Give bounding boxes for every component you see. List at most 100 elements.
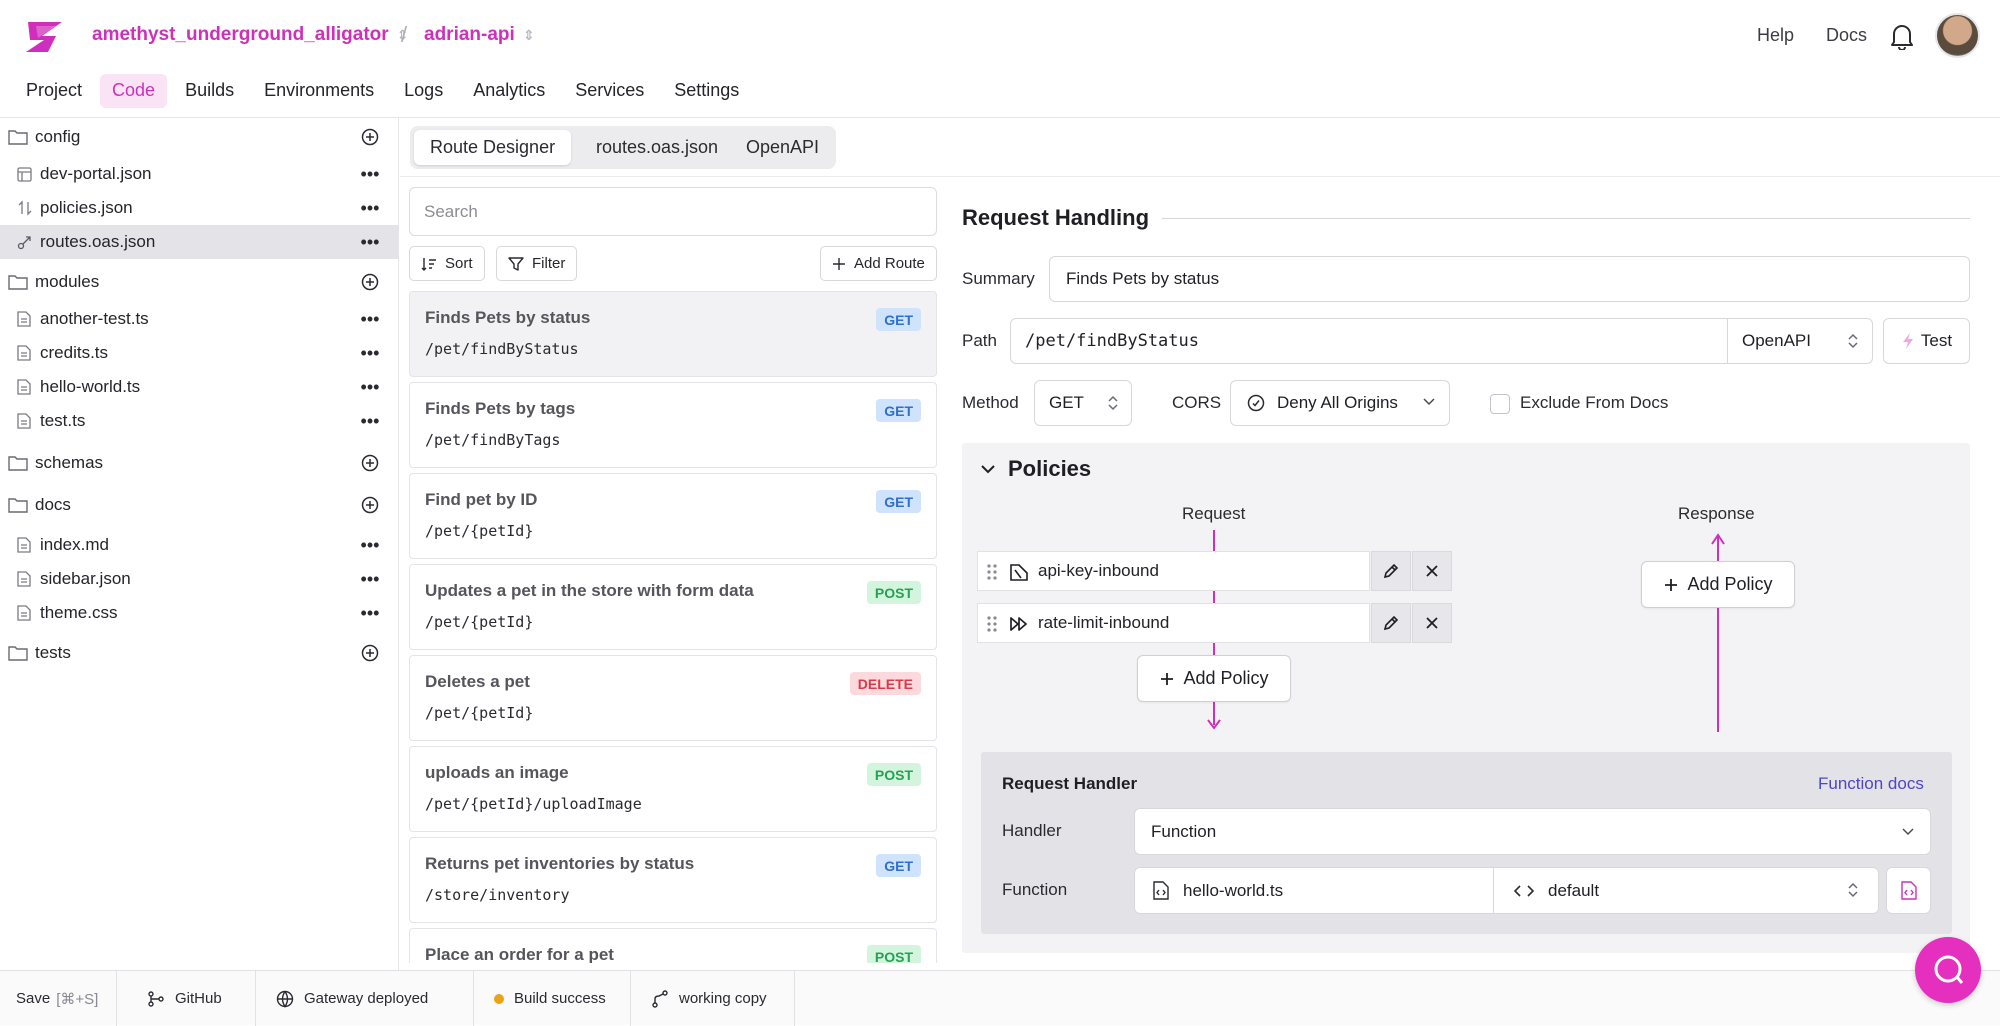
sort-button[interactable]: Sort: [409, 246, 485, 281]
add-icon[interactable]: [360, 643, 380, 663]
save-button[interactable]: Save [⌘+S]: [0, 971, 117, 1026]
working-copy-status[interactable]: working copy: [631, 971, 795, 1026]
route-item[interactable]: Place an order for a pet POST: [409, 928, 937, 963]
add-icon[interactable]: [360, 495, 380, 515]
route-item[interactable]: Finds Pets by status /pet/findByStatus G…: [409, 291, 937, 377]
route-item[interactable]: uploads an image /pet/{petId}/uploadImag…: [409, 746, 937, 832]
test-button[interactable]: Test: [1883, 318, 1970, 364]
route-path: /pet/findByTags: [425, 431, 561, 449]
route-item[interactable]: Find pet by ID /pet/{petId} GET: [409, 473, 937, 559]
folder-schemas[interactable]: schemas: [0, 446, 398, 480]
handler-select[interactable]: Function: [1134, 808, 1931, 855]
path-mode-select[interactable]: OpenAPI: [1728, 319, 1873, 363]
file-dev-portal[interactable]: dev-portal.json •••: [0, 157, 398, 191]
summary-input[interactable]: Finds Pets by status: [1049, 256, 1970, 302]
chevron-down-icon: [980, 464, 996, 474]
add-route-button[interactable]: Add Route: [820, 246, 937, 281]
route-item[interactable]: Returns pet inventories by status /store…: [409, 837, 937, 923]
policy-item[interactable]: rate-limit-inbound: [977, 603, 1452, 643]
add-response-policy-button[interactable]: Add Policy: [1641, 561, 1795, 608]
tab-environments[interactable]: Environments: [252, 74, 386, 108]
more-icon[interactable]: •••: [360, 603, 380, 623]
bell-icon[interactable]: [1889, 22, 1915, 50]
more-icon[interactable]: •••: [360, 232, 380, 252]
cors-select[interactable]: Deny All Origins: [1230, 380, 1450, 426]
avatar[interactable]: [1935, 13, 1980, 58]
more-icon[interactable]: •••: [360, 164, 380, 184]
method-select[interactable]: GET: [1034, 380, 1132, 426]
arrows-updown-icon: [17, 200, 33, 216]
zuplo-logo-icon[interactable]: [22, 18, 68, 56]
add-icon[interactable]: [360, 272, 380, 292]
route-item[interactable]: Finds Pets by tags /pet/findByTags GET: [409, 382, 937, 468]
gateway-status[interactable]: Gateway deployed: [256, 971, 474, 1026]
code-icon: [1514, 884, 1534, 898]
file-credits[interactable]: credits.ts •••: [0, 336, 398, 370]
file-policies[interactable]: policies.json •••: [0, 191, 398, 225]
folder-modules[interactable]: modules: [0, 265, 398, 299]
edit-policy-button[interactable]: [1371, 603, 1411, 643]
folder-config[interactable]: config: [0, 120, 398, 154]
exclude-from-docs-checkbox[interactable]: [1490, 394, 1510, 414]
edit-policy-button[interactable]: [1371, 551, 1411, 591]
file-theme-css[interactable]: theme.css •••: [0, 596, 398, 630]
docs-link[interactable]: Docs: [1826, 25, 1867, 46]
build-status[interactable]: Build success: [474, 971, 631, 1026]
file-test[interactable]: test.ts •••: [0, 404, 398, 438]
github-button[interactable]: GitHub: [117, 971, 256, 1026]
file-hello-world[interactable]: hello-world.ts •••: [0, 370, 398, 404]
add-request-policy-button[interactable]: Add Policy: [1137, 655, 1291, 702]
tab-project[interactable]: Project: [14, 74, 94, 108]
more-icon[interactable]: •••: [360, 198, 380, 218]
folder-label: schemas: [35, 453, 104, 472]
policies-toggle[interactable]: Policies: [980, 456, 1091, 482]
add-icon[interactable]: [360, 127, 380, 147]
tab-route-designer[interactable]: Route Designer: [414, 130, 572, 165]
tab-routes-json[interactable]: routes.oas.json: [580, 130, 734, 165]
more-icon[interactable]: •••: [360, 309, 380, 329]
tab-logs[interactable]: Logs: [392, 74, 455, 108]
file-index-md[interactable]: index.md •••: [0, 528, 398, 562]
function-docs-link[interactable]: Function docs: [1818, 774, 1924, 794]
drag-handle-icon[interactable]: [986, 615, 1000, 633]
folder-tests[interactable]: tests: [0, 636, 398, 670]
tab-settings[interactable]: Settings: [662, 74, 751, 108]
route-item[interactable]: Updates a pet in the store with form dat…: [409, 564, 937, 650]
function-export-select[interactable]: default: [1494, 868, 1879, 913]
filter-button[interactable]: Filter: [496, 246, 578, 281]
tab-analytics[interactable]: Analytics: [461, 74, 557, 108]
tab-code[interactable]: Code: [100, 74, 168, 108]
file-sidebar-json[interactable]: sidebar.json •••: [0, 562, 398, 596]
environment-switcher[interactable]: adrian-api ⇕: [424, 24, 535, 46]
drag-handle-icon[interactable]: [986, 563, 1000, 581]
file-icon: [17, 413, 31, 429]
open-function-file-button[interactable]: [1886, 867, 1931, 914]
route-path: /pet/findByStatus: [425, 340, 579, 358]
environment-name: adrian-api: [424, 24, 515, 45]
project-switcher[interactable]: amethyst_underground_alligator ⇕: [92, 24, 408, 46]
path-input[interactable]: /pet/findByStatus OpenAPI: [1010, 318, 1873, 364]
function-file-select[interactable]: hello-world.ts: [1135, 868, 1493, 913]
more-icon[interactable]: •••: [360, 569, 380, 589]
more-icon[interactable]: •••: [360, 535, 380, 555]
route-item[interactable]: Deletes a pet /pet/{petId} DELETE: [409, 655, 937, 741]
policy-item[interactable]: api-key-inbound: [977, 551, 1452, 591]
more-icon[interactable]: •••: [360, 411, 380, 431]
folder-docs[interactable]: docs: [0, 488, 398, 522]
file-routes-oas[interactable]: routes.oas.json •••: [0, 225, 398, 259]
tab-services[interactable]: Services: [563, 74, 656, 108]
help-link[interactable]: Help: [1757, 25, 1794, 46]
more-icon[interactable]: •••: [360, 377, 380, 397]
more-icon[interactable]: •••: [360, 343, 380, 363]
remove-policy-button[interactable]: [1412, 551, 1452, 591]
tab-openapi[interactable]: OpenAPI: [730, 130, 835, 165]
file-another-test[interactable]: another-test.ts •••: [0, 302, 398, 336]
remove-policy-button[interactable]: [1412, 603, 1452, 643]
route-path: /pet/{petId}/uploadImage: [425, 795, 642, 813]
route-search-input[interactable]: [409, 187, 937, 236]
tab-builds[interactable]: Builds: [173, 74, 246, 108]
chat-support-button[interactable]: [1915, 937, 1981, 1003]
add-icon[interactable]: [360, 453, 380, 473]
build-status-dot-icon: [494, 993, 504, 1004]
file-label: index.md: [40, 535, 109, 554]
